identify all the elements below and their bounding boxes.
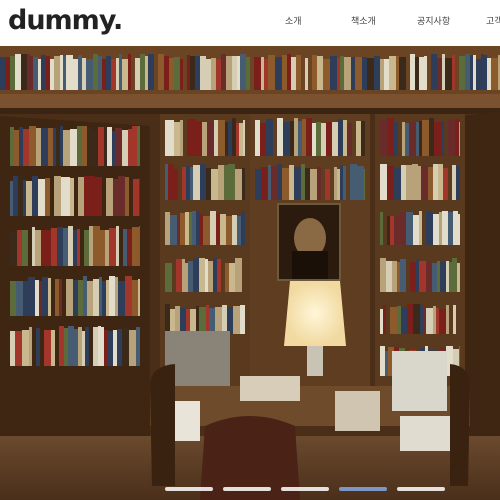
slide-dot-1[interactable]: [165, 487, 213, 491]
slider-pagination: [0, 484, 500, 494]
slide-dot-5[interactable]: [397, 487, 445, 491]
nav-item-notice[interactable]: 공지사항: [417, 14, 450, 27]
slide-dot-2[interactable]: [223, 487, 271, 491]
nav-item-about[interactable]: 소개: [285, 14, 302, 27]
library-photo: [0, 46, 500, 500]
slide-dot-4[interactable]: [339, 487, 387, 491]
hero-banner: [0, 46, 500, 500]
slide-dot-3[interactable]: [281, 487, 329, 491]
site-header: dummy. 소개 책소개 공지사항 고객: [0, 0, 500, 46]
nav-item-books[interactable]: 책소개: [351, 14, 376, 27]
nav-item-customer[interactable]: 고객: [486, 14, 500, 27]
main-nav: 소개 책소개 공지사항 고객: [0, 0, 500, 46]
